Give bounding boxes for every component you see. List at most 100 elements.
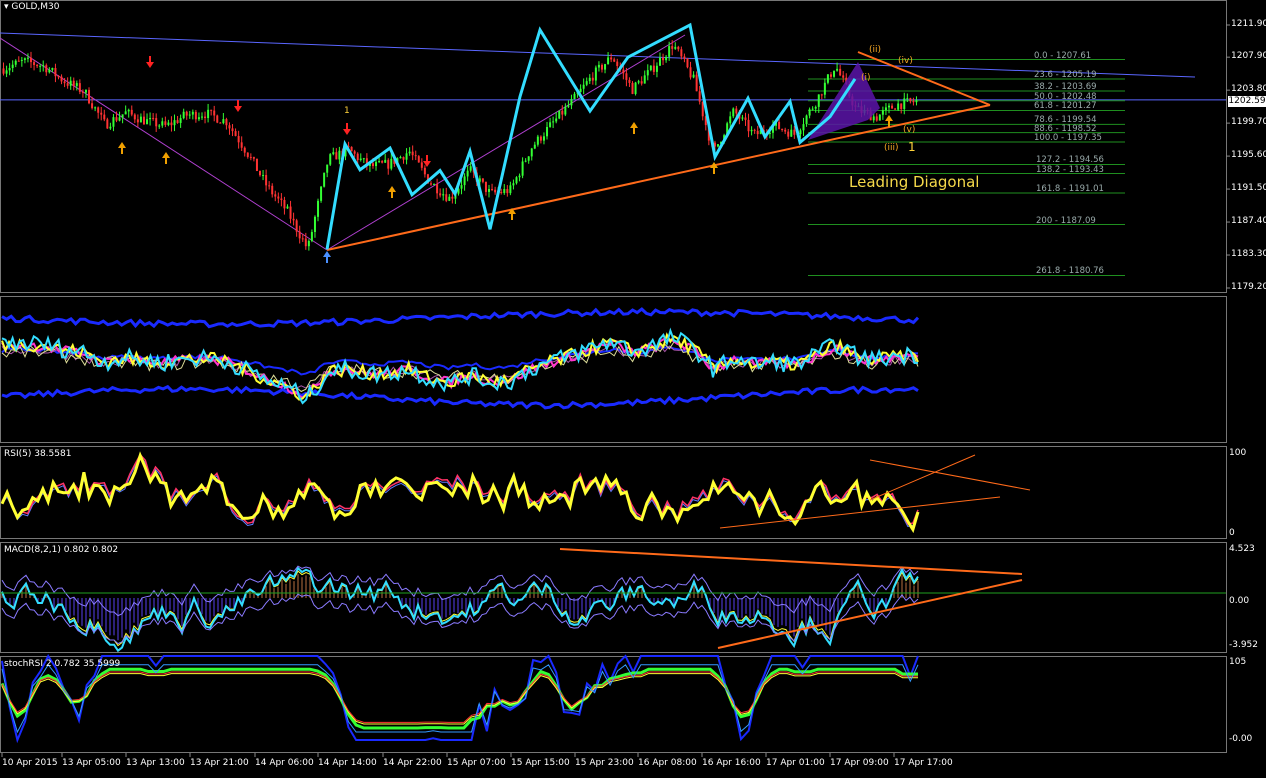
candle-body bbox=[787, 131, 790, 137]
rsi-axis-top: 100 bbox=[1229, 448, 1247, 458]
price-axis-label: 1195.60 bbox=[1231, 150, 1266, 161]
macd-axis-zero: 0.00 bbox=[1229, 596, 1250, 606]
dropdown-arrow-icon[interactable]: ▾ bbox=[4, 2, 9, 12]
rsi-trendline-cross bbox=[869, 454, 976, 501]
candle-body bbox=[530, 148, 533, 157]
time-axis-label: 16 Apr 16:00 bbox=[702, 758, 761, 768]
candle-body bbox=[817, 94, 820, 107]
wave-ii-label: (ii) bbox=[869, 45, 882, 55]
macd-plot bbox=[0, 548, 1226, 653]
candle-body bbox=[518, 175, 521, 178]
candle-body bbox=[753, 129, 756, 131]
candle-body bbox=[118, 117, 121, 121]
elliott-wave-path bbox=[325, 22, 857, 250]
fib-level-label: 50.0 - 1202.48 bbox=[1034, 91, 1097, 102]
candle-body bbox=[680, 49, 683, 57]
time-axis-label: 17 Apr 17:00 bbox=[894, 758, 953, 768]
candle-body bbox=[558, 110, 561, 119]
candle-body bbox=[573, 93, 576, 100]
candle-body bbox=[329, 154, 332, 165]
candle-body bbox=[240, 142, 243, 148]
candle-body bbox=[912, 101, 915, 103]
candle-body bbox=[173, 120, 176, 126]
symbol-title[interactable]: ▾ GOLD,M30 bbox=[4, 2, 60, 12]
candle-body bbox=[744, 117, 747, 120]
candle-body bbox=[286, 206, 289, 209]
candle-body bbox=[594, 67, 597, 81]
candle-body bbox=[747, 119, 750, 132]
candle-body bbox=[176, 120, 179, 123]
candle-body bbox=[429, 183, 432, 185]
candle-body bbox=[662, 57, 665, 61]
candle-body bbox=[262, 175, 265, 177]
candle-body bbox=[423, 167, 426, 175]
fib-level-label: 261.8 - 1180.76 bbox=[1036, 266, 1104, 277]
candle-body bbox=[411, 151, 414, 156]
fib-level-label: 23.6 - 1205.19 bbox=[1034, 69, 1097, 80]
candle-body bbox=[75, 83, 78, 86]
candle-body bbox=[610, 57, 613, 60]
price-axis-label: 1179.20 bbox=[1231, 282, 1266, 292]
candle-body bbox=[732, 108, 735, 117]
candle-body bbox=[139, 116, 142, 123]
rsi-plot bbox=[0, 451, 1031, 534]
candle-body bbox=[54, 67, 57, 77]
candle-body bbox=[686, 58, 689, 68]
candle-body bbox=[133, 114, 136, 120]
candle-body bbox=[466, 170, 469, 177]
candle-body bbox=[515, 177, 518, 184]
candle-body bbox=[161, 121, 164, 126]
wave-1-label-right: 1 bbox=[908, 140, 916, 154]
candle-body bbox=[420, 162, 423, 168]
candle-body bbox=[683, 56, 686, 59]
candle-body bbox=[539, 136, 542, 141]
candle-body bbox=[45, 65, 48, 73]
candle-body bbox=[503, 189, 506, 193]
candle-body bbox=[36, 64, 39, 67]
candle-body bbox=[414, 155, 417, 157]
candle-body bbox=[164, 121, 167, 125]
signal-arrow-icon bbox=[162, 152, 170, 158]
candle-body bbox=[570, 99, 573, 106]
candle-body bbox=[491, 188, 494, 190]
candle-body bbox=[375, 161, 378, 167]
candle-body bbox=[500, 191, 503, 193]
price-axis-label: 1183.30 bbox=[1231, 249, 1266, 260]
candle-body bbox=[436, 184, 439, 194]
candle-body bbox=[307, 240, 310, 247]
candle-body bbox=[97, 107, 100, 113]
candle-body bbox=[94, 107, 97, 109]
chart-window[interactable]: ▾ GOLD,M30 RSI(5) 38.5581 MACD(8,2,1) 0.… bbox=[0, 0, 1266, 774]
candle-body bbox=[442, 194, 445, 196]
candle-body bbox=[533, 144, 536, 149]
candle-body bbox=[81, 91, 84, 93]
candle-body bbox=[567, 105, 570, 107]
candle-body bbox=[332, 152, 335, 155]
signal-arrow-icon bbox=[146, 62, 154, 68]
candle-body bbox=[204, 116, 207, 119]
fib-level-label: 200 - 1187.09 bbox=[1036, 215, 1096, 226]
candle-body bbox=[884, 107, 887, 111]
candle-body bbox=[695, 74, 698, 92]
candle-body bbox=[542, 136, 545, 141]
candle-body bbox=[671, 46, 674, 49]
candle-body bbox=[231, 128, 234, 132]
candle-body bbox=[481, 178, 484, 182]
time-axis-label: 13 Apr 05:00 bbox=[62, 758, 121, 768]
candle-body bbox=[5, 70, 8, 74]
candle-body bbox=[371, 163, 374, 167]
candle-body bbox=[875, 116, 878, 121]
candle-body bbox=[320, 186, 323, 201]
candle-body bbox=[259, 171, 262, 176]
stoch-d bbox=[1, 673, 918, 725]
candle-body bbox=[225, 119, 228, 126]
candle-body bbox=[191, 111, 194, 115]
candle-body bbox=[51, 67, 54, 70]
candle-body bbox=[289, 206, 292, 219]
candle-body bbox=[78, 83, 81, 92]
candle-body bbox=[48, 69, 51, 73]
candle-body bbox=[750, 129, 753, 132]
price-axis-label: 1207.90 bbox=[1231, 51, 1266, 62]
candle-body bbox=[69, 80, 72, 86]
candle-body bbox=[655, 65, 658, 72]
